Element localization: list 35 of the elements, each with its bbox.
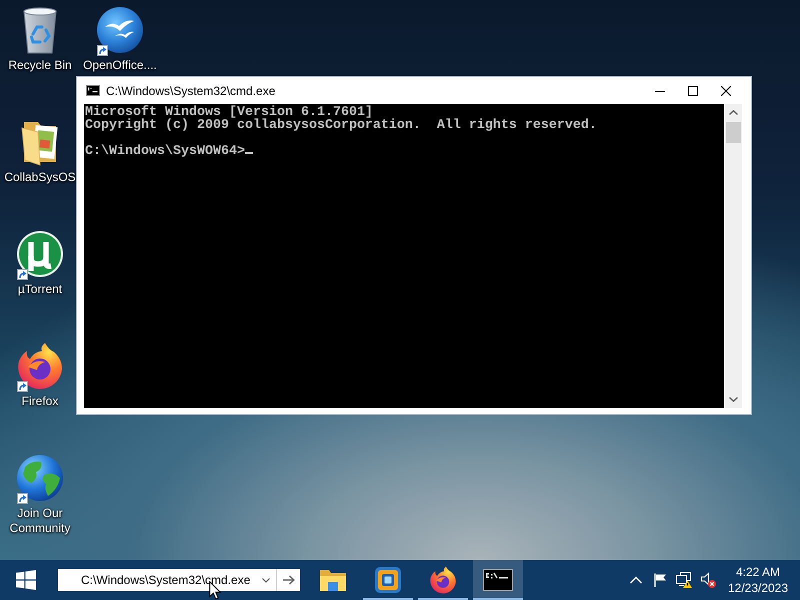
console-line: Copyright (c) 2009 collabsysosCorporation. All rights reserved. xyxy=(85,119,597,132)
scrollbar[interactable] xyxy=(724,104,742,408)
desktop-icon-label[interactable]: Firefox xyxy=(22,394,58,409)
clock-time[interactable]: 4:22 AM xyxy=(736,564,780,580)
firefox-icon[interactable] xyxy=(429,566,457,594)
clock-date[interactable]: 12/23/2023 xyxy=(728,580,788,596)
globe-icon[interactable] xyxy=(16,454,64,502)
desktop-icon-label[interactable]: OpenOffice.... xyxy=(83,58,157,73)
windows-logo-icon xyxy=(16,570,36,590)
desktop-icon-label[interactable]: CollabSysOS xyxy=(4,170,76,185)
window-title: C:\Windows\System32\cmd.exe xyxy=(106,84,276,98)
network-warning-icon[interactable] xyxy=(676,572,692,588)
scrollbar-thumb[interactable] xyxy=(726,122,740,143)
maximize-icon xyxy=(688,86,698,96)
desktop-icon-label[interactable]: µTorrent xyxy=(18,282,62,297)
terminal-icon xyxy=(86,85,100,96)
squares-logo-icon[interactable] xyxy=(374,566,402,594)
console-prompt: C:\Windows\SysWOW64> xyxy=(85,145,245,158)
desktop-icon-label[interactable]: Recycle Bin xyxy=(8,58,72,73)
go-button[interactable] xyxy=(276,569,300,591)
dropdown-caret-icon[interactable] xyxy=(262,578,270,582)
text-cursor-icon xyxy=(244,152,253,154)
arrow-right-icon xyxy=(282,575,294,585)
mu-logo-icon[interactable] xyxy=(16,230,64,278)
console-line: Microsoft Windows [Version 6.1.7601] xyxy=(85,106,373,119)
address-field[interactable]: C:\Windows\System32\cmd.exe xyxy=(58,569,276,591)
close-icon xyxy=(720,86,730,96)
terminal-icon[interactable] xyxy=(483,569,513,591)
flag-icon[interactable] xyxy=(652,572,668,588)
desktop-icon-label[interactable]: Join Our Community xyxy=(1,506,79,536)
taskbar-button[interactable] xyxy=(473,560,523,600)
speaker-muted-icon[interactable] xyxy=(700,572,716,588)
firefox-icon[interactable] xyxy=(16,342,64,390)
seagull-logo-icon[interactable] xyxy=(96,6,144,54)
folder-icon[interactable] xyxy=(319,568,347,592)
